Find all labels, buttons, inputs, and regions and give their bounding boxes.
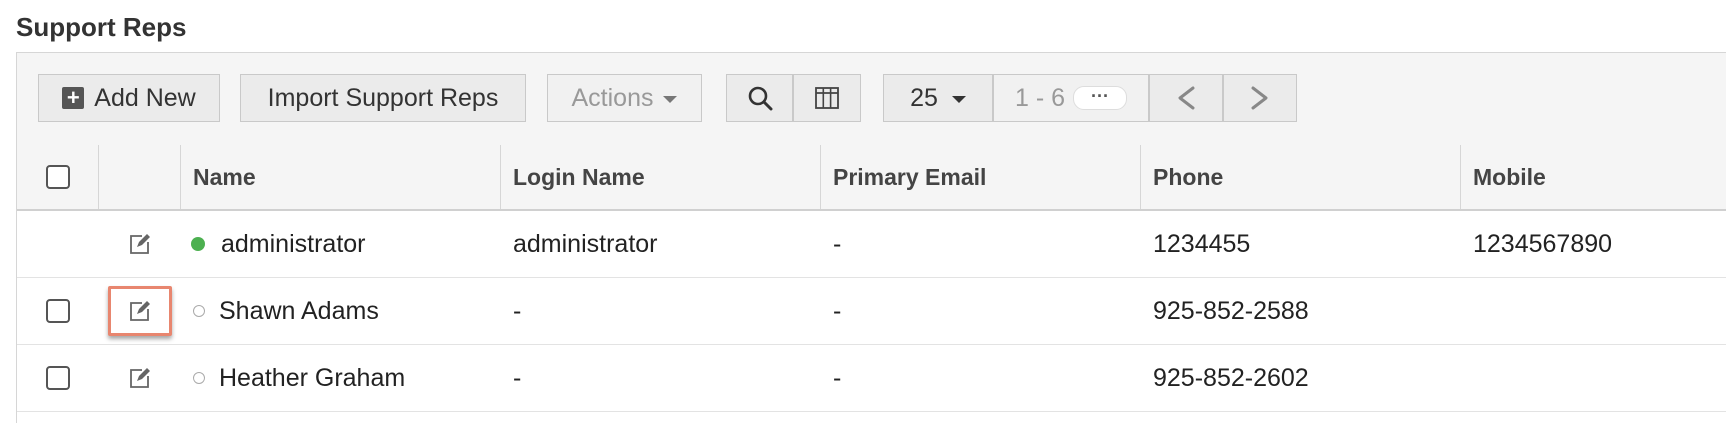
column-header-name[interactable]: Name [181,145,501,209]
search-button[interactable] [726,74,793,122]
login-cell: administrator [513,229,658,258]
row-select-cell [17,345,99,411]
offline-status-icon [193,372,205,384]
row-edit-cell [99,278,181,344]
edit-icon [130,368,150,388]
rep-name-link[interactable]: administrator [221,230,366,259]
edit-icon [130,301,150,321]
phone-cell: 925-852-2602 [1153,363,1309,392]
chevron-down-icon [663,95,678,103]
prev-page-button[interactable] [1149,74,1223,122]
login-cell: - [513,296,522,325]
row-select-cell [17,278,99,344]
column-header-login-name[interactable]: Login Name [501,145,821,209]
select-all-checkbox[interactable] [45,165,70,189]
chevron-down-icon [951,95,966,103]
search-icon [748,86,772,111]
support-reps-panel: + Add New Import Support Reps Actions 25… [16,52,1726,423]
row-checkbox[interactable] [46,366,70,390]
actions-dropdown[interactable]: Actions [547,74,702,122]
row-select-cell [17,211,99,277]
page-size-dropdown[interactable]: 25 [883,74,993,122]
online-status-icon [191,237,205,251]
mobile-cell [1461,345,1726,411]
toolbar: + Add New Import Support Reps Actions 25… [17,53,1726,146]
import-label: Import Support Reps [267,83,499,112]
mobile-cell [1461,278,1726,344]
select-all-cell [17,145,99,209]
column-header-mobile[interactable]: Mobile [1461,145,1726,209]
row-checkbox[interactable] [46,299,70,323]
rep-name-link[interactable]: Shawn Adams [219,297,379,326]
pager-info: 1 - 6 ··· [993,74,1149,122]
import-support-reps-button[interactable]: Import Support Reps [240,74,526,122]
table-row[interactable]: Shawn Adams - - 925-852-2588 [17,278,1726,345]
table-header-row: Name Login Name Primary Email Phone Mobi… [17,145,1726,211]
columns-button[interactable] [793,74,861,122]
plus-icon: + [62,87,85,109]
edit-icon [130,234,150,254]
edit-button[interactable] [127,365,153,391]
row-edit-cell [99,211,181,277]
table-row[interactable]: administrator administrator - 1234455 12… [17,211,1726,278]
phone-cell: 1234455 [1153,229,1251,258]
edit-column-header [99,145,181,209]
page-title: Support Reps [16,12,187,42]
name-cell: administrator [181,211,501,277]
pager-range: 1 - 6 [1014,83,1066,112]
edit-button[interactable] [108,286,172,336]
column-header-primary-email[interactable]: Primary Email [821,145,1141,209]
email-cell: - [833,229,842,258]
name-cell: Shawn Adams [181,278,501,344]
columns-icon [815,87,839,109]
chevron-right-icon [1251,86,1268,110]
pager-more-button[interactable]: ··· [1073,86,1128,110]
email-cell: - [833,363,842,392]
phone-cell: 925-852-2588 [1153,296,1309,325]
login-cell: - [513,363,522,392]
edit-button[interactable] [127,231,153,257]
chevron-left-icon [1178,86,1195,110]
next-page-button[interactable] [1223,74,1297,122]
rep-name-link[interactable]: Heather Graham [219,364,405,393]
table-row[interactable]: Heather Graham - - 925-852-2602 [17,345,1726,412]
column-header-phone[interactable]: Phone [1141,145,1461,209]
row-edit-cell [99,345,181,411]
add-new-label: Add New [94,83,196,112]
actions-label: Actions [571,83,654,112]
page-size-value: 25 [910,83,938,112]
offline-status-icon [193,305,205,317]
add-new-button[interactable]: + Add New [38,74,220,122]
mobile-cell: 1234567890 [1473,229,1613,258]
name-cell: Heather Graham [181,345,501,411]
email-cell: - [833,296,842,325]
